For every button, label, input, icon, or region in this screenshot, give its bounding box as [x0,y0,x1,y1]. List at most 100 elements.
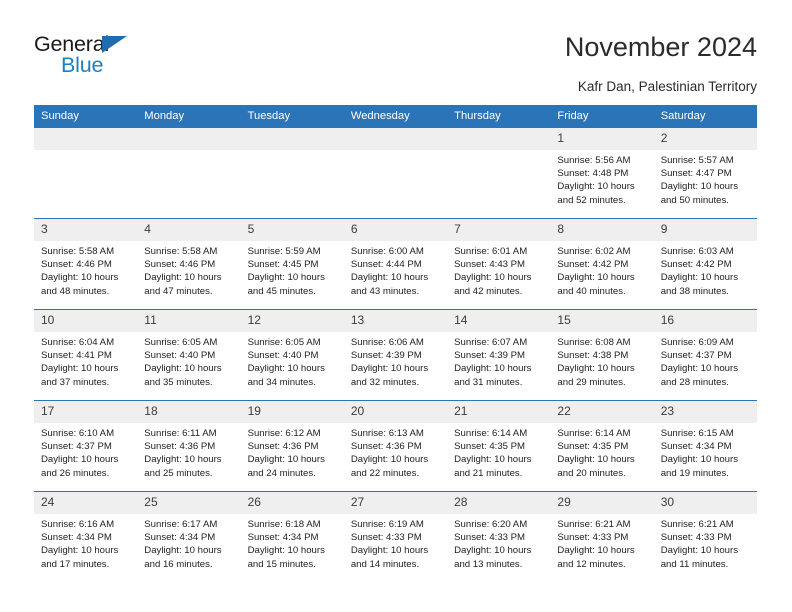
sunrise-text: Sunrise: 6:20 AM [454,519,528,530]
calendar-day-cell[interactable]: 22 Sunrise: 6:14 AM Sunset: 4:35 PM Dayligh… [550,400,654,492]
daylight-text-line1: Daylight: 10 hours [41,363,119,375]
sunrise-text: Sunrise: 5:58 AM [41,246,115,257]
calendar-day-cell[interactable]: 7 Sunrise: 6:01 AM Sunset: 4:43 PM Daylight… [447,218,551,310]
day-number [34,128,138,150]
calendar-day-cell[interactable]: 25 Sunrise: 6:17 AM Sunset: 4:34 PM Dayligh… [137,491,241,582]
calendar-day-cell[interactable]: 1 Sunrise: 5:56 AM Sunset: 4:48 PM Daylight… [550,127,654,219]
weekday-header-monday: Monday [137,105,241,128]
calendar-day-cell[interactable]: 28 Sunrise: 6:20 AM Sunset: 4:33 PM Dayligh… [447,491,551,582]
calendar-day-cell[interactable]: 2 Sunrise: 5:57 AM Sunset: 4:47 PM Daylight… [653,127,757,219]
calendar-day-cell[interactable]: 9 Sunrise: 6:03 AM Sunset: 4:42 PM Daylight… [653,218,757,310]
calendar-day-cell[interactable]: 19 Sunrise: 6:12 AM Sunset: 4:36 PM Dayligh… [240,400,344,492]
calendar-day-cell[interactable]: 20 Sunrise: 6:13 AM Sunset: 4:36 PM Dayligh… [343,400,448,492]
day-sun-info: Sunrise: 6:21 AM Sunset: 4:33 PM Daylight:… [654,514,757,571]
daylight-text-line2: and 43 minutes. [350,285,420,297]
daylight-text-line1: Daylight: 10 hours [350,272,429,284]
day-sun-info: Sunrise: 6:13 AM Sunset: 4:36 PM Daylight:… [344,423,447,480]
sunrise-text: Sunrise: 5:56 AM [557,155,631,166]
day-number [137,128,241,150]
sunset-text: Sunset: 4:46 PM [144,259,216,271]
sunrise-text: Sunrise: 6:11 AM [144,428,217,439]
daylight-text-line1: Daylight: 10 hours [247,272,325,284]
calendar-day-cell[interactable]: 27 Sunrise: 6:19 AM Sunset: 4:33 PM Dayligh… [343,491,448,582]
day-number: 5 [240,219,344,241]
sunrise-text: Sunrise: 6:10 AM [41,428,115,439]
day-sun-info: Sunrise: 6:05 AM Sunset: 4:40 PM Daylight:… [137,332,240,389]
day-number: 3 [34,219,138,241]
calendar-day-cell[interactable]: 10 Sunrise: 6:04 AM Sunset: 4:41 PM Dayligh… [34,309,138,401]
day-number: 28 [447,492,551,514]
daylight-text-line1: Daylight: 10 hours [660,181,739,193]
daylight-text-line1: Daylight: 10 hours [41,454,119,466]
day-number: 23 [653,401,757,423]
day-number: 10 [34,310,138,332]
calendar-day-cell[interactable]: 16 Sunrise: 6:09 AM Sunset: 4:37 PM Dayligh… [653,309,757,401]
daylight-text-line2: and 32 minutes. [350,376,420,388]
day-number: 20 [343,401,448,423]
logo-text-general: General [34,32,110,56]
sunset-text: Sunset: 4:41 PM [41,350,112,362]
daylight-text-line1: Daylight: 10 hours [247,545,325,557]
calendar-day-cell[interactable]: 13 Sunrise: 6:06 AM Sunset: 4:39 PM Dayligh… [343,309,448,401]
day-number: 14 [447,310,551,332]
page-subtitle: Kafr Dan, Palestinian Territory [577,79,757,94]
calendar-body: 1 Sunrise: 5:56 AM Sunset: 4:48 PM Daylight… [34,127,757,582]
weekday-header-tuesday: Tuesday [240,105,344,128]
page-title: November 2024 [564,32,757,62]
daylight-text-line2: and 40 minutes. [557,285,626,297]
calendar-day-cell[interactable]: 17 Sunrise: 6:10 AM Sunset: 4:37 PM Dayligh… [34,400,138,492]
sunrise-text: Sunrise: 5:57 AM [660,155,734,166]
sunset-text: Sunset: 4:36 PM [247,441,319,453]
sunset-text: Sunset: 4:33 PM [557,532,629,544]
day-sun-info: Sunrise: 6:12 AM Sunset: 4:36 PM Daylight:… [241,423,344,480]
daylight-text-line1: Daylight: 10 hours [454,454,532,466]
calendar-day-cell[interactable]: 11 Sunrise: 6:05 AM Sunset: 4:40 PM Dayligh… [137,309,241,401]
daylight-text-line1: Daylight: 10 hours [144,272,222,284]
calendar-day-cell[interactable]: 14 Sunrise: 6:07 AM Sunset: 4:39 PM Dayligh… [447,309,551,401]
calendar-day-cell[interactable]: 12 Sunrise: 6:05 AM Sunset: 4:40 PM Dayligh… [240,309,344,401]
day-sun-info: Sunrise: 5:56 AM Sunset: 4:48 PM Daylight:… [550,150,653,207]
calendar-day-cell[interactable]: 8 Sunrise: 6:02 AM Sunset: 4:42 PM Daylight… [550,218,654,310]
sunset-text: Sunset: 4:33 PM [660,532,732,544]
daylight-text-line2: and 12 minutes. [557,558,626,570]
daylight-text-line1: Daylight: 10 hours [454,363,532,375]
calendar-day-cell[interactable]: 15 Sunrise: 6:08 AM Sunset: 4:38 PM Dayligh… [550,309,654,401]
daylight-text-line2: and 11 minutes. [660,558,729,570]
calendar-day-cell[interactable]: 24 Sunrise: 6:16 AM Sunset: 4:34 PM Dayligh… [34,491,138,582]
sunset-text: Sunset: 4:42 PM [660,259,732,271]
calendar-day-cell[interactable]: 23 Sunrise: 6:15 AM Sunset: 4:34 PM Dayligh… [653,400,757,492]
daylight-text-line1: Daylight: 10 hours [41,272,119,284]
day-sun-info: Sunrise: 6:15 AM Sunset: 4:34 PM Daylight:… [654,423,757,480]
weekday-header-friday: Friday [550,105,654,128]
sunrise-text: Sunrise: 6:21 AM [660,519,734,530]
daylight-text-line2: and 28 minutes. [660,376,729,388]
calendar-day-cell[interactable]: 6 Sunrise: 6:00 AM Sunset: 4:44 PM Daylight… [343,218,448,310]
calendar-day-cell-empty [34,127,138,219]
calendar-week-row: 1 Sunrise: 5:56 AM Sunset: 4:48 PM Daylight… [34,127,757,219]
day-sun-info: Sunrise: 6:09 AM Sunset: 4:37 PM Daylight:… [654,332,757,389]
day-sun-info: Sunrise: 5:58 AM Sunset: 4:46 PM Daylight:… [137,241,240,298]
daylight-text-line2: and 14 minutes. [350,558,420,570]
daylight-text-line2: and 22 minutes. [350,467,420,479]
calendar-page: General Blue November 2024 Kafr Dan, Pal… [0,0,792,612]
sunset-text: Sunset: 4:34 PM [247,532,319,544]
day-sun-info: Sunrise: 6:05 AM Sunset: 4:40 PM Daylight:… [241,332,344,389]
sunset-text: Sunset: 4:37 PM [41,441,112,453]
calendar-day-cell[interactable]: 4 Sunrise: 5:58 AM Sunset: 4:46 PM Daylight… [137,218,241,310]
calendar-day-cell[interactable]: 3 Sunrise: 5:58 AM Sunset: 4:46 PM Daylight… [34,218,138,310]
calendar-day-cell[interactable]: 21 Sunrise: 6:14 AM Sunset: 4:35 PM Dayligh… [447,400,551,492]
daylight-text-line1: Daylight: 10 hours [660,272,739,284]
day-sun-info: Sunrise: 6:10 AM Sunset: 4:37 PM Daylight:… [34,423,137,480]
daylight-text-line1: Daylight: 10 hours [454,272,532,284]
calendar-day-cell[interactable]: 30 Sunrise: 6:21 AM Sunset: 4:33 PM Dayligh… [653,491,757,582]
daylight-text-line1: Daylight: 10 hours [454,545,532,557]
calendar-day-cell[interactable]: 18 Sunrise: 6:11 AM Sunset: 4:36 PM Dayligh… [137,400,241,492]
sunrise-text: Sunrise: 6:17 AM [144,519,218,530]
sunset-text: Sunset: 4:40 PM [144,350,216,362]
sunrise-text: Sunrise: 6:15 AM [660,428,734,439]
calendar-day-cell[interactable]: 5 Sunrise: 5:59 AM Sunset: 4:45 PM Daylight… [240,218,344,310]
day-number [447,128,551,150]
calendar-day-cell[interactable]: 29 Sunrise: 6:21 AM Sunset: 4:33 PM Dayligh… [550,491,654,582]
daylight-text-line2: and 37 minutes. [41,376,110,388]
calendar-day-cell[interactable]: 26 Sunrise: 6:18 AM Sunset: 4:34 PM Dayligh… [240,491,344,582]
